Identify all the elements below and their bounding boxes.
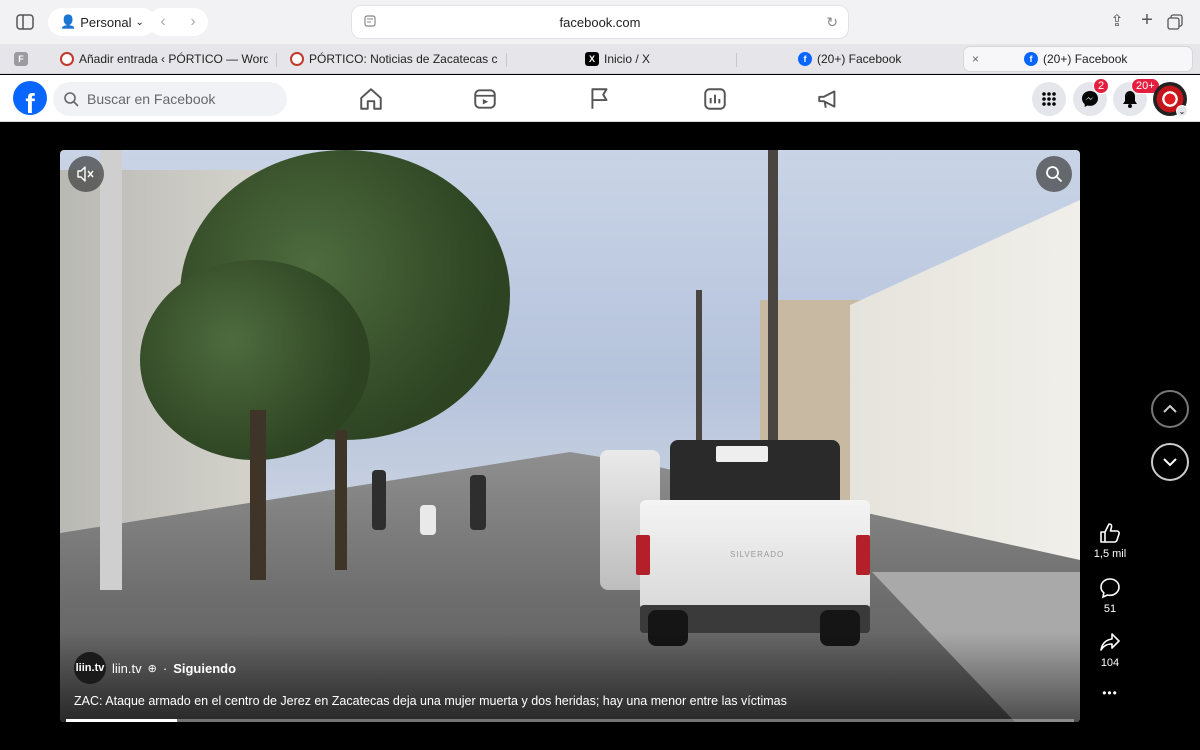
x-logo-icon: X bbox=[585, 52, 599, 66]
speaker-muted-icon bbox=[77, 166, 94, 182]
chevron-down-icon bbox=[1163, 458, 1177, 467]
sidebar-toggle-icon[interactable] bbox=[14, 11, 36, 33]
person-icon: 👤 bbox=[60, 14, 77, 29]
more-icon: ••• bbox=[1102, 686, 1118, 700]
video-player[interactable]: SILVERADO liin.tv liin.tv ⊕ · Siguiendo … bbox=[60, 150, 1080, 722]
tab-divider bbox=[736, 53, 737, 67]
truck-model-text: SILVERADO bbox=[730, 550, 785, 559]
facebook-logo-icon[interactable]: f bbox=[13, 81, 47, 115]
megaphone-icon[interactable] bbox=[816, 86, 842, 112]
scene-trunk bbox=[250, 410, 266, 580]
scene-person bbox=[470, 475, 486, 530]
scene-person bbox=[420, 505, 436, 535]
tab-bar: F Añadir entrada ‹ PÓRTICO — Word... PÓR… bbox=[0, 44, 1200, 74]
tab-label: Inicio / X bbox=[604, 52, 651, 66]
new-tab-icon[interactable]: + bbox=[1136, 9, 1158, 31]
back-icon[interactable]: ‹ bbox=[160, 13, 165, 31]
next-video-button[interactable] bbox=[1151, 443, 1189, 481]
messenger-button[interactable]: 2 bbox=[1073, 78, 1110, 116]
facebook-header: f Buscar en Facebook 2 20+ ⌄ bbox=[0, 75, 1200, 122]
more-options-button[interactable]: ••• bbox=[1090, 686, 1130, 700]
ads-manager-icon[interactable] bbox=[702, 86, 728, 112]
tab-divider bbox=[506, 53, 507, 67]
tab-x[interactable]: X Inicio / X bbox=[585, 47, 705, 71]
menu-grid-icon[interactable] bbox=[1032, 82, 1066, 116]
tab-portico[interactable]: PÓRTICO: Noticias de Zacatecas c... bbox=[290, 47, 498, 71]
comment-count: 51 bbox=[1103, 603, 1117, 615]
scene-person bbox=[372, 470, 386, 530]
tab-facebook-active[interactable]: × f (20+) Facebook bbox=[964, 47, 1192, 71]
scene-pole bbox=[100, 150, 122, 590]
previous-video-button[interactable] bbox=[1151, 390, 1189, 428]
tab-divider bbox=[276, 53, 277, 67]
tab-label: (20+) Facebook bbox=[1043, 52, 1128, 66]
scene-pole bbox=[696, 290, 702, 450]
like-action[interactable]: 1,5 mil bbox=[1090, 522, 1130, 560]
profile-button[interactable]: 👤 Personal ⌄ bbox=[48, 8, 156, 36]
facebook-favicon-icon: f bbox=[798, 52, 812, 66]
page-menu-icon[interactable] bbox=[364, 15, 376, 30]
share-count: 104 bbox=[1100, 657, 1120, 669]
author-name[interactable]: liin.tv bbox=[112, 661, 142, 676]
address-bar[interactable]: facebook.com ↻ bbox=[352, 6, 848, 38]
browser-toolbar: 👤 Personal ⌄ ‹ › facebook.com ↻ ⇪ + bbox=[0, 0, 1200, 44]
video-progress-bar[interactable] bbox=[66, 719, 1074, 722]
pages-flag-icon[interactable] bbox=[587, 86, 613, 112]
search-placeholder: Buscar en Facebook bbox=[87, 91, 216, 107]
video-author: liin.tv liin.tv ⊕ · Siguiendo bbox=[74, 652, 236, 684]
globe-icon: ⊕ bbox=[147, 662, 157, 675]
author-avatar[interactable]: liin.tv bbox=[74, 652, 106, 684]
nav-buttons: ‹ › bbox=[148, 8, 208, 36]
comment-icon bbox=[1100, 578, 1120, 599]
tab-facebook-1[interactable]: f (20+) Facebook bbox=[798, 47, 918, 71]
notifications-button[interactable]: 20+ bbox=[1113, 78, 1160, 116]
messenger-badge: 2 bbox=[1093, 78, 1110, 94]
like-count: 1,5 mil bbox=[1093, 548, 1127, 560]
share-action[interactable]: 104 bbox=[1090, 631, 1130, 669]
profile-label: Personal bbox=[80, 14, 132, 30]
chevron-up-icon bbox=[1163, 404, 1177, 413]
account-chevron-icon[interactable]: ⌄ bbox=[1176, 105, 1188, 117]
scene-pole bbox=[768, 150, 778, 450]
video-caption[interactable]: ZAC: Ataque armado en el centro de Jerez… bbox=[74, 694, 787, 708]
scene-truck: SILVERADO bbox=[620, 440, 870, 646]
zoom-button[interactable] bbox=[1036, 156, 1072, 192]
pinned-tab[interactable]: F bbox=[10, 47, 32, 71]
share-arrow-icon bbox=[1100, 633, 1120, 651]
separator-dot: · bbox=[162, 660, 168, 676]
mute-button[interactable] bbox=[68, 156, 104, 192]
forward-icon[interactable]: › bbox=[190, 13, 195, 31]
home-icon[interactable] bbox=[358, 86, 384, 112]
close-tab-icon[interactable]: × bbox=[972, 52, 979, 66]
pinned-tab-icon: F bbox=[14, 52, 28, 66]
facebook-favicon-icon: f bbox=[1024, 52, 1039, 66]
share-icon[interactable]: ⇪ bbox=[1106, 10, 1128, 32]
video-progress-fill bbox=[66, 719, 177, 722]
like-icon bbox=[1100, 523, 1120, 543]
reload-icon[interactable]: ↻ bbox=[826, 14, 838, 31]
search-icon bbox=[64, 92, 79, 107]
follow-status[interactable]: Siguiendo bbox=[173, 661, 236, 676]
tab-label: Añadir entrada ‹ PÓRTICO — Word... bbox=[79, 52, 268, 66]
tab-label: PÓRTICO: Noticias de Zacatecas c... bbox=[309, 52, 498, 66]
portico-icon bbox=[290, 52, 304, 66]
search-icon bbox=[1046, 166, 1063, 183]
tab-label: (20+) Facebook bbox=[817, 52, 902, 66]
portico-icon bbox=[60, 52, 74, 66]
tab-overview-icon[interactable] bbox=[1164, 11, 1186, 33]
tab-wordpress[interactable]: Añadir entrada ‹ PÓRTICO — Word... bbox=[60, 47, 268, 71]
chevron-down-icon: ⌄ bbox=[135, 16, 144, 28]
search-input[interactable]: Buscar en Facebook bbox=[53, 82, 287, 116]
scene-trunk bbox=[335, 430, 347, 570]
url-text: facebook.com bbox=[559, 14, 641, 30]
comment-action[interactable]: 51 bbox=[1090, 577, 1130, 615]
video-icon[interactable] bbox=[472, 86, 498, 112]
